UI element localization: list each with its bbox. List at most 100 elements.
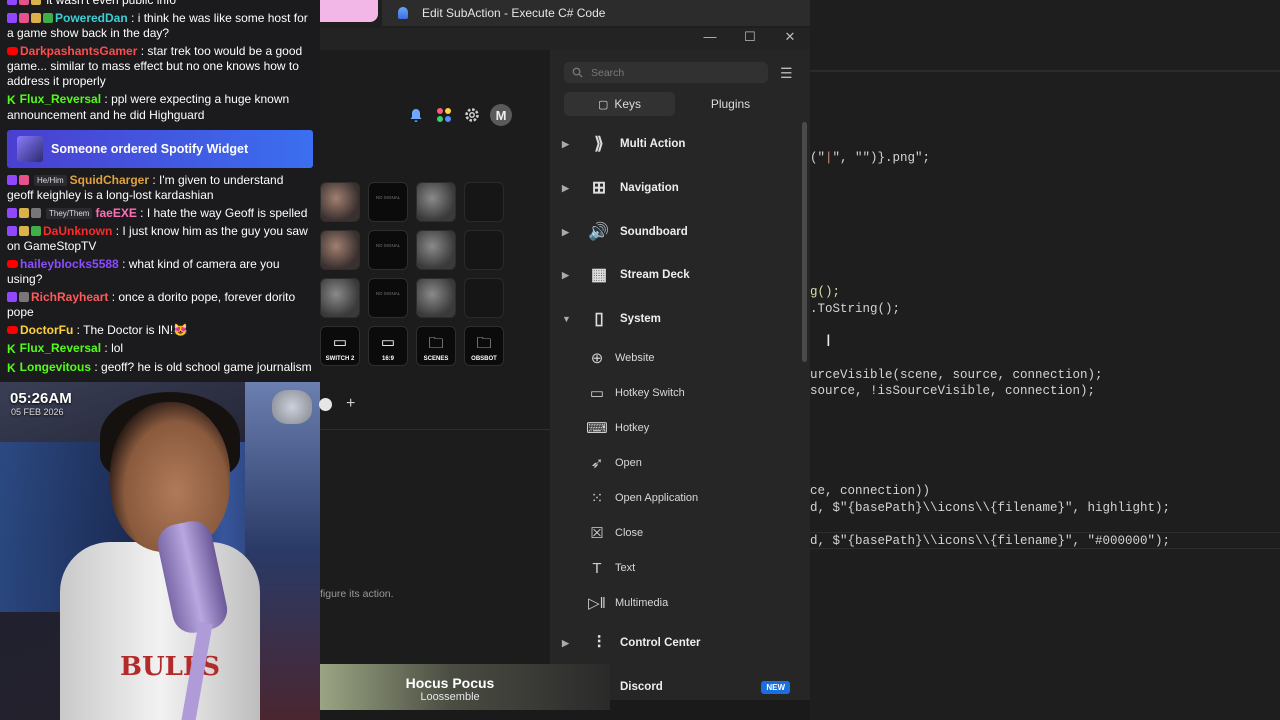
notification-bell-icon[interactable] <box>406 106 425 125</box>
apps-grid-icon: ⁙ <box>590 490 604 507</box>
kick-badge-icon: K <box>7 342 16 356</box>
category-control-center[interactable]: ▶ ⫶ Control Center <box>550 625 800 661</box>
chat-message: RichRayheart : once a dorito pope, forev… <box>7 290 313 320</box>
deck-key[interactable]: NO SIGNAL <box>368 182 408 222</box>
marketplace-icon[interactable] <box>434 106 453 125</box>
toolbar-icons: M <box>406 104 512 126</box>
account-avatar[interactable]: M <box>490 104 512 126</box>
settings-gear-icon[interactable] <box>462 106 481 125</box>
close-button[interactable]: ✕ <box>770 28 810 50</box>
action-label: Text <box>615 562 636 574</box>
code-line-8: d, $"{basePath}\\icons\\{filename}", "#0… <box>810 534 1171 548</box>
plush-toy <box>272 390 312 424</box>
action-text[interactable]: T Text <box>586 552 635 584</box>
key-tiny-label: NO SIGNAL <box>375 243 401 248</box>
action-hotkey-switch[interactable]: ▭ Hotkey Switch <box>586 377 685 409</box>
action-open[interactable]: ➶ Open <box>586 447 642 479</box>
deck-key[interactable] <box>464 278 504 318</box>
code-text[interactable]: ("|", "")}.png"; g(); .ToString(); urceV… <box>810 0 1170 548</box>
chat-text: : geoff? he is old school game journalis… <box>94 360 312 374</box>
add-page-button[interactable]: + <box>346 395 355 413</box>
chat-username[interactable]: Flux_Reversal <box>20 341 101 355</box>
deck-key-switch2[interactable]: ▭ SWITCH 2 <box>320 326 360 366</box>
chat-username[interactable]: faeEXE <box>95 206 136 220</box>
tab-plugins[interactable]: Plugins <box>675 92 786 116</box>
gray-badge-icon <box>19 292 29 302</box>
category-multi-action[interactable]: ▶ ⟫ Multi Action <box>550 126 800 162</box>
action-website[interactable]: ⊕ Website <box>586 342 655 374</box>
sub-badge-icon <box>19 13 29 23</box>
category-navigation[interactable]: ▶ ⊞ Navigation <box>550 170 800 206</box>
text-icon: T <box>592 559 602 577</box>
chat-message: it wasn't even public info <box>7 0 313 8</box>
chat-username[interactable]: DarkpashantsGamer <box>20 44 137 58</box>
deck-key-169[interactable]: ▭ 16:9 <box>368 326 408 366</box>
gold-badge-icon <box>19 226 29 236</box>
maximize-button[interactable]: ☐ <box>730 28 770 50</box>
action-hotkey[interactable]: ⌨ Hotkey <box>586 412 649 444</box>
category-soundboard[interactable]: ▶ 🔊 Soundboard <box>550 214 800 250</box>
tw-badge-icon <box>7 13 17 23</box>
navigation-icon: ⊞ <box>591 178 607 197</box>
action-label: Open Application <box>615 492 699 504</box>
chat-username[interactable]: RichRayheart <box>31 290 108 304</box>
chat-username[interactable]: PoweredDan <box>55 11 128 25</box>
chat-text: : The Doctor is IN!😻 <box>76 323 189 337</box>
deck-key[interactable] <box>320 182 360 222</box>
deck-key[interactable] <box>320 278 360 318</box>
category-system[interactable]: ▼ ▯ System <box>550 301 800 337</box>
chevron-right-icon: ▶ <box>562 226 569 237</box>
action-multimedia[interactable]: ▷‖ Multimedia <box>586 587 668 619</box>
chevron-right-icon: ▶ <box>562 138 569 149</box>
sub-badge-icon <box>19 0 29 5</box>
chat-username[interactable]: DaUnknown <box>43 224 112 238</box>
chat-message: DaUnknown : I just know him as the guy y… <box>7 224 313 254</box>
yt-badge-icon <box>7 260 18 268</box>
close-box-icon: ☒ <box>590 525 604 542</box>
pane-divider <box>320 429 550 430</box>
background-window-edge <box>320 0 378 22</box>
tab-keys[interactable]: ▢ Keys <box>564 92 675 116</box>
tw-badge-icon <box>7 208 17 218</box>
tab-label: Keys <box>614 97 642 111</box>
scrollbar[interactable] <box>802 122 807 362</box>
globe-icon: ⊕ <box>590 350 604 367</box>
action-label: Close <box>615 527 644 539</box>
minimize-button[interactable]: — <box>690 28 730 50</box>
pronoun-badge: They/Them <box>46 208 93 219</box>
code-editor[interactable]: ("|", "")}.png"; g(); .ToString(); urceV… <box>810 0 1280 720</box>
action-open-application[interactable]: ⁙ Open Application <box>586 482 698 514</box>
page-indicator[interactable] <box>319 397 332 411</box>
system-icon: ▯ <box>594 309 604 328</box>
deck-key-obsbot[interactable]: 🗀 OBSBOT <box>464 326 504 366</box>
editor-separator <box>810 70 1280 72</box>
deck-key[interactable] <box>416 278 456 318</box>
key-tiny-label: NO SIGNAL <box>375 195 401 200</box>
actions-pane: Search ☰ ▢ Keys Plugins ▶ ⟫ Multi Action… <box>550 50 810 700</box>
chat-username[interactable]: haileyblocks5588 <box>20 257 119 271</box>
deck-key[interactable] <box>416 182 456 222</box>
deck-key[interactable]: NO SIGNAL <box>368 278 408 318</box>
search-placeholder: Search <box>591 66 625 79</box>
category-stream-deck[interactable]: ▶ ▦ Stream Deck <box>550 257 800 293</box>
deck-key-scenes[interactable]: 🗀 SCENES <box>416 326 456 366</box>
deck-key[interactable] <box>416 230 456 270</box>
yt-badge-icon <box>7 326 18 334</box>
chat-username[interactable]: SquidCharger <box>70 173 149 187</box>
sub-badge-icon <box>19 175 29 185</box>
chat-username[interactable]: Longevitous <box>20 360 91 374</box>
deck-key[interactable]: NO SIGNAL <box>368 230 408 270</box>
chat-username[interactable]: DoctorFu <box>20 323 73 337</box>
action-search-input[interactable]: Search <box>564 62 768 83</box>
chat-username[interactable]: Flux_Reversal <box>20 92 101 106</box>
webcam-feed: BULLS 05:26AM 05 FEB 2026 <box>0 382 320 720</box>
chat-message: DoctorFu : The Doctor is IN!😻 <box>7 323 313 338</box>
code-line-7: d, $"{basePath}\\icons\\{filename}", hig… <box>810 501 1171 515</box>
action-close[interactable]: ☒ Close <box>586 517 643 549</box>
control-center-icon: ⫶ <box>596 633 602 652</box>
deck-key[interactable] <box>464 230 504 270</box>
list-view-icon[interactable]: ☰ <box>780 65 793 82</box>
deck-key[interactable] <box>320 230 360 270</box>
overlay-clock: 05:26AM <box>10 390 72 407</box>
deck-key[interactable] <box>464 182 504 222</box>
